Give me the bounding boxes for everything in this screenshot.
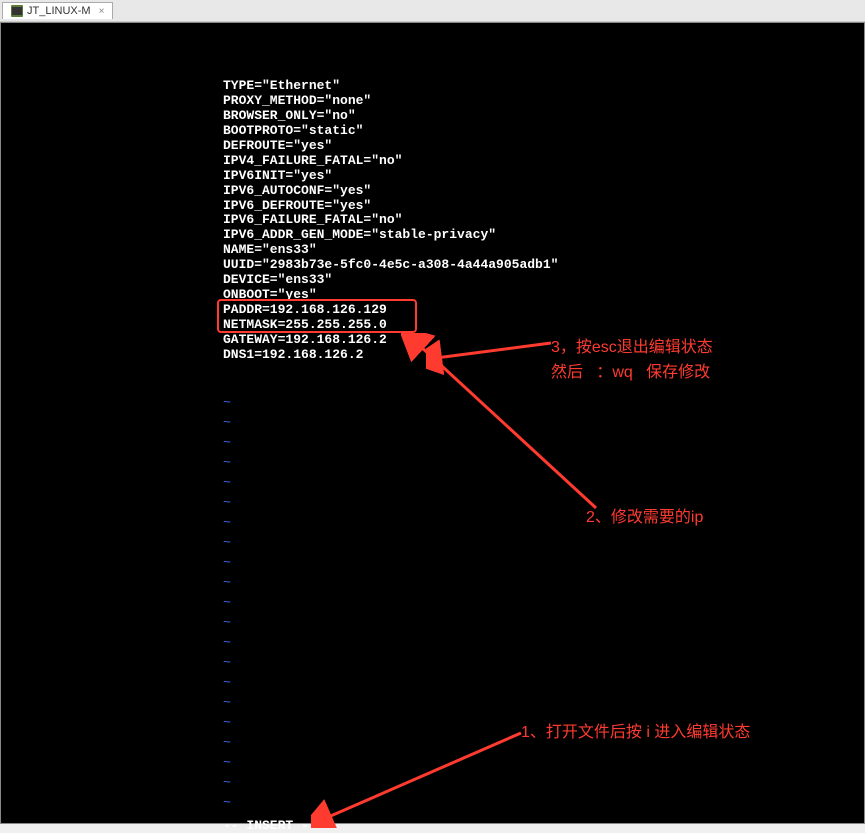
config-line: IPV4_FAILURE_FATAL="no" [223, 154, 558, 169]
config-line: IPV6_FAILURE_FATAL="no" [223, 213, 558, 228]
vim-tilde-lines: ~~~~~~~~~~~~~~~~~~~~~ [223, 393, 231, 813]
config-line: IPV6INIT="yes" [223, 169, 558, 184]
config-line: DEFROUTE="yes" [223, 139, 558, 154]
config-line: IPV6_ADDR_GEN_MODE="stable-privacy" [223, 228, 558, 243]
annotation-step1: 1、打开文件后按 i 进入编辑状态 [521, 718, 750, 742]
config-line: NAME="ens33" [223, 243, 558, 258]
config-line: GATEWAY=192.168.126.2 [223, 333, 558, 348]
tab-close-icon[interactable]: × [99, 6, 105, 17]
config-line: IPV6_AUTOCONF="yes" [223, 184, 558, 199]
config-line: TYPE="Ethernet" [223, 79, 558, 94]
config-line: PROXY_METHOD="none" [223, 94, 558, 109]
config-line: BOOTPROTO="static" [223, 124, 558, 139]
terminal-window[interactable]: TYPE="Ethernet" PROXY_METHOD="none" BROW… [0, 22, 865, 824]
vim-mode-indicator: -- INSERT -- [223, 818, 317, 833]
config-line: DNS1=192.168.126.2 [223, 348, 558, 363]
terminal-icon [11, 5, 23, 17]
annotation-step3-line2: 然后 ：wq 保存修改 [551, 358, 710, 382]
config-line: UUID="2983b73e-5fc0-4e5c-a308-4a44a905ad… [223, 258, 558, 273]
config-line: DEVICE="ens33" [223, 273, 558, 288]
config-line: BROWSER_ONLY="no" [223, 109, 558, 124]
annotation-step2: 2、修改需要的ip [586, 503, 703, 527]
highlight-rectangle [217, 299, 417, 333]
tab-jt-linux[interactable]: JT_LINUX-M × [2, 2, 113, 19]
tab-label: JT_LINUX-M [27, 5, 91, 17]
arrow-step1 [311, 723, 531, 828]
tab-bar: JT_LINUX-M × [0, 0, 865, 22]
config-line: IPV6_DEFROUTE="yes" [223, 199, 558, 214]
annotation-step3-line1: 3，按esc退出编辑状态 [551, 333, 713, 357]
